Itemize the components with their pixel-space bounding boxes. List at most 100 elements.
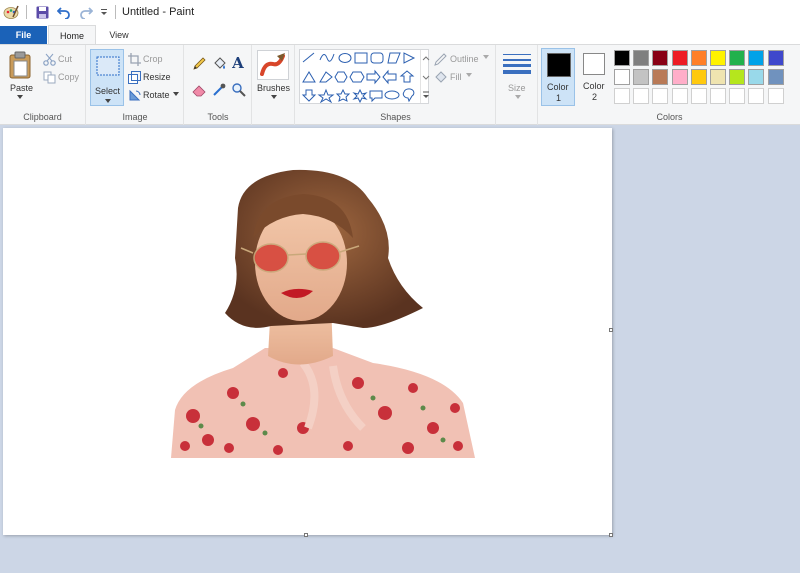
brushes-group: Brushes (253, 45, 295, 125)
fill-icon[interactable] (433, 70, 447, 84)
color-picker-icon[interactable] (211, 81, 227, 97)
outline-dropdown-icon[interactable] (483, 54, 489, 60)
tools-group-label: Tools (207, 112, 229, 122)
eraser-icon[interactable] (191, 81, 207, 97)
magnifier-icon[interactable] (230, 81, 246, 97)
custom-color-slot[interactable] (748, 88, 765, 104)
canvas-resize-handle-bottom[interactable] (304, 533, 308, 537)
color1-label: Color (547, 82, 569, 92)
shapes-gallery[interactable] (299, 49, 430, 104)
custom-color-slot[interactable] (767, 88, 784, 104)
palette-color-swatch[interactable] (633, 69, 650, 85)
custom-color-slot[interactable] (614, 88, 630, 104)
tab-view[interactable]: View (96, 26, 142, 44)
brushes-label[interactable]: Brushes (257, 83, 290, 93)
palette-color-swatch[interactable] (633, 50, 650, 66)
drawing-canvas[interactable] (3, 128, 612, 535)
size-icon[interactable] (501, 51, 533, 77)
color1-swatch (547, 53, 571, 77)
title-bar: Untitled - Paint (0, 0, 800, 24)
tools-group: A Tools (185, 45, 252, 125)
rotate-label[interactable]: Rotate (143, 90, 170, 100)
palette-color-swatch[interactable] (767, 69, 784, 85)
pencil-icon[interactable] (191, 55, 207, 71)
custom-color-slot[interactable] (671, 88, 688, 104)
resize-label[interactable]: Resize (143, 72, 171, 82)
color2-label: Color (583, 81, 605, 91)
tab-home[interactable]: Home (48, 25, 96, 45)
palette-color-swatch[interactable] (671, 69, 688, 85)
ribbon: Paste Cut Copy Clipboard Select Crop Res… (0, 44, 800, 125)
custom-color-slot[interactable] (729, 88, 746, 104)
paste-label[interactable]: Paste (10, 83, 33, 93)
size-label[interactable]: Size (508, 83, 526, 93)
quick-access-separator (26, 5, 27, 19)
rotate-dropdown-icon[interactable] (173, 91, 179, 97)
crop-label[interactable]: Crop (143, 54, 163, 64)
colors-group-label: Colors (656, 112, 683, 122)
copy-label[interactable]: Copy (58, 72, 79, 82)
redo-icon[interactable] (75, 0, 97, 24)
palette-color-swatch[interactable] (652, 50, 669, 66)
size-dropdown-icon[interactable] (514, 94, 522, 100)
canvas-workspace[interactable] (0, 125, 800, 573)
palette-color-swatch[interactable] (729, 69, 746, 85)
palette-color-swatch[interactable] (690, 69, 707, 85)
paste-dropdown-icon[interactable] (16, 94, 24, 100)
canvas-resize-handle-corner[interactable] (609, 533, 613, 537)
paste-icon[interactable] (6, 51, 34, 79)
color1-button[interactable]: Color 1 (541, 48, 575, 106)
shapes-group: Outline Fill Shapes (296, 45, 496, 125)
custom-color-slot[interactable] (633, 88, 650, 104)
palette-color-swatch[interactable] (614, 50, 630, 66)
color2-number: 2 (592, 92, 598, 102)
palette-color-swatch[interactable] (710, 50, 726, 66)
fill-bucket-icon[interactable] (211, 55, 227, 71)
crop-icon[interactable] (127, 52, 141, 66)
palette-color-swatch[interactable] (748, 50, 765, 66)
resize-icon[interactable] (127, 70, 141, 84)
select-dropdown-icon[interactable] (104, 98, 112, 104)
outline-icon[interactable] (433, 52, 447, 66)
copy-icon[interactable] (42, 70, 56, 84)
brushes-icon[interactable] (257, 50, 289, 80)
custom-color-slot[interactable] (710, 88, 726, 104)
select-button[interactable]: Select (90, 49, 124, 106)
canvas-resize-handle-right[interactable] (609, 328, 613, 332)
image-group: Select Crop Resize Rotate Image (87, 45, 184, 125)
customize-qa-dropdown-icon[interactable] (97, 0, 111, 24)
undo-icon[interactable] (53, 0, 75, 24)
text-icon[interactable]: A (230, 54, 246, 72)
cut-label[interactable]: Cut (58, 54, 72, 64)
brushes-dropdown-icon[interactable] (270, 94, 278, 100)
ribbon-tab-row: File Home View (0, 24, 800, 45)
custom-color-slot[interactable] (690, 88, 707, 104)
outline-label[interactable]: Outline (450, 54, 479, 64)
palette-color-swatch[interactable] (671, 50, 688, 66)
palette-color-swatch[interactable] (652, 69, 669, 85)
custom-color-slot[interactable] (652, 88, 669, 104)
tab-file[interactable]: File (0, 26, 47, 44)
palette-color-swatch[interactable] (710, 69, 726, 85)
color2-button[interactable]: Color 2 (577, 48, 611, 106)
fill-label[interactable]: Fill (450, 72, 462, 82)
size-group: Size (497, 45, 538, 125)
select-rectangle-icon (96, 56, 120, 76)
save-icon[interactable] (31, 0, 53, 24)
shapes-scroll-control[interactable] (420, 50, 430, 103)
paint-app-icon[interactable] (0, 0, 22, 24)
select-label: Select (95, 86, 121, 96)
palette-color-swatch[interactable] (767, 50, 784, 66)
fill-dropdown-icon[interactable] (466, 72, 472, 78)
shapes-gallery-icons (301, 52, 416, 104)
image-group-label: Image (122, 112, 148, 122)
palette-color-swatch[interactable] (729, 50, 746, 66)
palette-color-swatch[interactable] (748, 69, 765, 85)
palette-color-swatch[interactable] (690, 50, 707, 66)
window-title: Untitled - Paint (122, 6, 195, 18)
clipboard-group: Paste Cut Copy Clipboard (0, 45, 86, 125)
title-separator (115, 5, 116, 19)
palette-color-swatch[interactable] (614, 69, 630, 85)
cut-icon[interactable] (42, 52, 56, 66)
rotate-icon[interactable] (127, 88, 141, 102)
